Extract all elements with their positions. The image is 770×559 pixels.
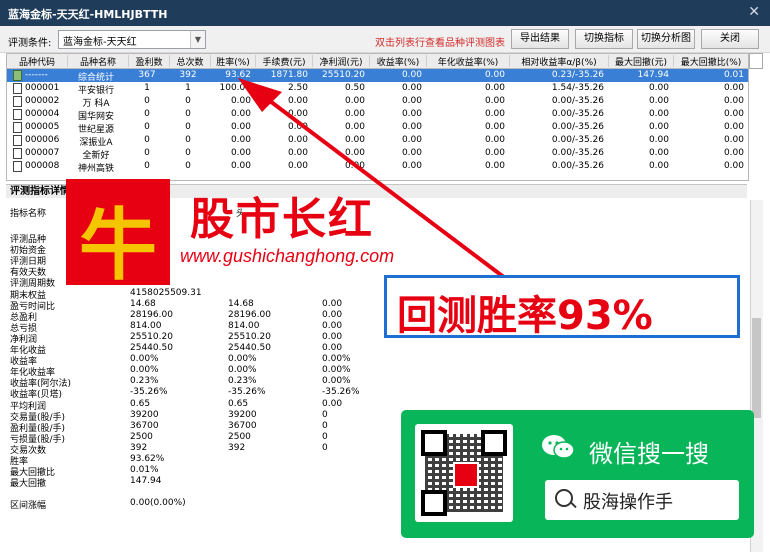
wechat-search-text: 股海操作手 [583,492,673,513]
wechat-search-box: 股海操作手 [545,480,739,520]
qr-code [415,424,513,522]
search-icon [555,489,573,507]
wechat-banner: 微信搜一搜 股海操作手 [401,410,754,538]
callout-box: 回测胜率93% [384,275,740,339]
wechat-label: 微信搜一搜 [589,440,709,468]
callout-text: 回测胜率93% [397,293,653,339]
wechat-icon [542,435,575,459]
